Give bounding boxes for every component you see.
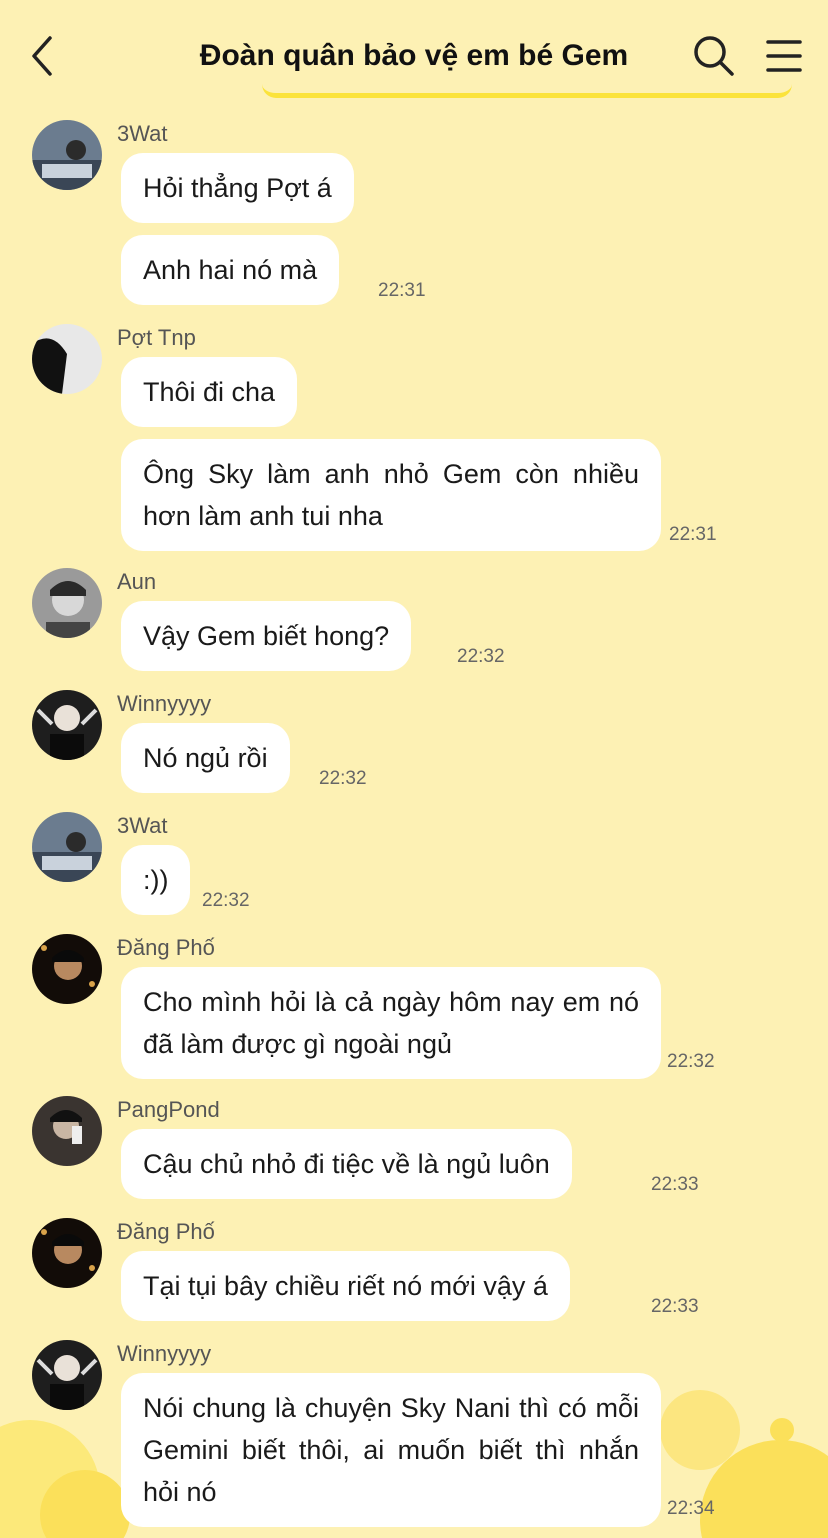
sender-name: Aun [117, 569, 157, 594]
message-bubble[interactable]: Nói chung là chuyện Sky Nani thì có mỗi … [121, 1373, 661, 1527]
sender-name: Đăng Phố [117, 1219, 215, 1244]
hamburger-menu-icon [766, 40, 802, 72]
avatar[interactable] [32, 324, 102, 394]
search-button[interactable] [692, 34, 736, 78]
avatar[interactable] [32, 568, 102, 638]
search-icon [694, 36, 734, 76]
message-bubble[interactable]: Cậu chủ nhỏ đi tiệc về là ngủ luôn [121, 1129, 572, 1199]
avatar[interactable] [32, 1218, 102, 1288]
message-bubble[interactable]: Tại tụi bây chiều riết nó mới vậy á [121, 1251, 570, 1321]
avatar[interactable] [32, 812, 102, 882]
avatar[interactable] [32, 690, 102, 760]
decor-bubble [752, 1470, 766, 1484]
menu-button[interactable] [764, 36, 804, 76]
pinned-message-strip[interactable] [262, 82, 792, 98]
sender-name: PangPond [117, 1097, 220, 1122]
sender-name: Đăng Phố [117, 935, 215, 960]
message-time: 22:31 [378, 280, 426, 301]
message-bubble[interactable]: Nó ngủ rồi [121, 723, 290, 793]
message-time: 22:33 [651, 1296, 699, 1317]
chevron-left-icon [32, 36, 52, 76]
message-bubble[interactable]: Vậy Gem biết hong? [121, 601, 412, 671]
message-bubble[interactable]: Anh hai nó mà [121, 235, 340, 305]
message-bubble[interactable]: Ông Sky làm anh nhỏ Gem còn nhiều hơn là… [121, 439, 661, 551]
message-bubble[interactable]: Hỏi thẳng Pợt á [121, 153, 354, 223]
message-time: 22:33 [651, 1174, 699, 1195]
avatar[interactable] [32, 1340, 102, 1410]
message-time: 22:32 [457, 646, 505, 667]
message-bubble[interactable]: Thôi đi cha [121, 357, 298, 427]
sender-name: 3Wat [117, 813, 168, 838]
message-time: 22:34 [667, 1498, 715, 1519]
sender-name: Winnyyyy [117, 691, 212, 716]
message-bubble[interactable]: :)) [121, 845, 191, 915]
sender-name: Winnyyyy [117, 1341, 212, 1366]
avatar[interactable] [32, 934, 102, 1004]
back-button[interactable] [26, 32, 62, 80]
chat-title: Đoàn quân bảo vệ em bé Gem [199, 39, 629, 72]
message-time: 22:32 [319, 768, 367, 789]
message-time: 22:31 [669, 524, 717, 545]
message-time: 22:32 [202, 890, 250, 911]
decor-bubble [770, 1418, 794, 1442]
chat-header: Đoàn quân bảo vệ em bé Gem [0, 0, 828, 112]
sender-name: Pợt Tnp [117, 325, 196, 350]
avatar[interactable] [32, 1096, 102, 1166]
message-time: 22:32 [667, 1051, 715, 1072]
message-bubble[interactable]: Cho mình hỏi là cả ngày hôm nay em nó đã… [121, 967, 661, 1079]
sender-name: 3Wat [117, 121, 168, 146]
avatar[interactable] [32, 120, 102, 190]
